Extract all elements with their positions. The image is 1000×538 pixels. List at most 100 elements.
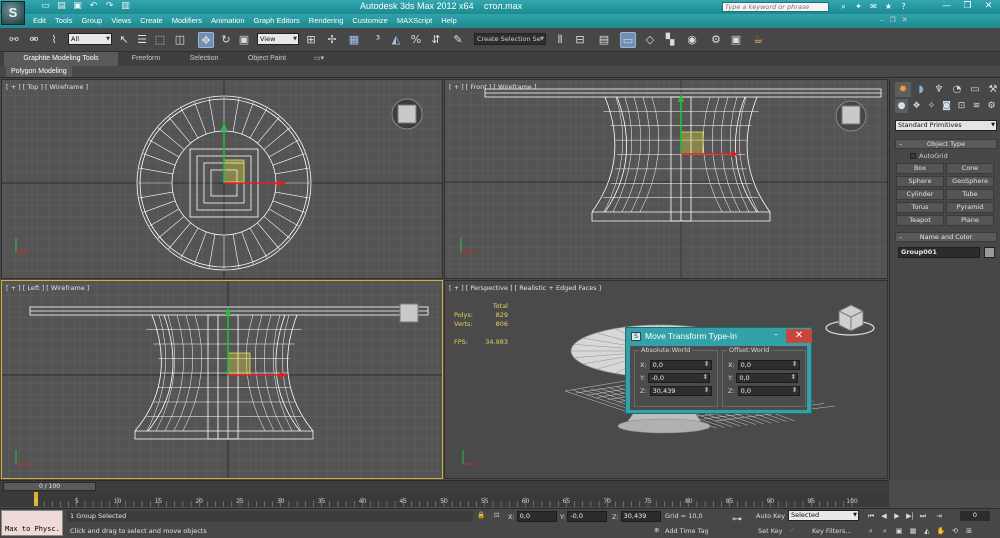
key-mode-toggle-icon[interactable]: ⇥ [934, 511, 944, 521]
ribbon-tab-graphite[interactable]: Graphite Modeling Tools [4, 52, 118, 66]
time-slider-thumb[interactable]: 0 / 100 [3, 482, 96, 491]
viewport-left[interactable]: [ + ] [ Left ] [ Wireframe ] [1, 280, 443, 479]
close-window-icon[interactable]: ✕ [978, 0, 999, 13]
help-icon[interactable]: ? [898, 1, 909, 12]
time-tag-icon[interactable]: ⊕ [654, 526, 659, 534]
restore-icon[interactable]: ❐ [957, 0, 978, 13]
viewport-top-label[interactable]: [ + ] [ Top ] [ Wireframe ] [6, 83, 88, 91]
auto-key-button[interactable]: Auto Key [756, 512, 785, 520]
redo-icon[interactable]: ↷ [104, 1, 115, 12]
dialog-title-bar[interactable]: S Move Transform Type-In – ✕ [626, 328, 812, 345]
add-time-tag-button[interactable]: Add Time Tag [665, 527, 709, 535]
project-folder-icon[interactable]: ▥ [120, 1, 131, 12]
align-icon[interactable]: ⊟ [572, 32, 588, 48]
hierarchy-tab-icon[interactable]: ♆ [931, 82, 947, 97]
lights-icon[interactable]: ✧ [925, 99, 938, 113]
reference-coordinate-dropdown[interactable]: View [257, 33, 299, 45]
coord-x-field[interactable]: 0,0 [516, 511, 557, 522]
utilities-tab-icon[interactable]: ⚒ [985, 82, 1000, 97]
snaps-toggle-icon[interactable]: ³ [370, 32, 386, 48]
abs-y-spinner[interactable]: -0,0 [648, 373, 711, 383]
display-tab-icon[interactable]: ▭ [967, 82, 983, 97]
menu-views[interactable]: Views [111, 16, 140, 25]
set-key-button[interactable]: Set Key [758, 527, 783, 535]
zoom-icon[interactable]: ⌕ [866, 526, 876, 536]
create-cylinder-button[interactable]: Cylinder [896, 189, 944, 200]
keyword-search-input[interactable]: Type a keyword or phrase [722, 2, 829, 12]
autogrid-checkbox[interactable] [910, 153, 916, 159]
viewport-left-label[interactable]: [ + ] [ Left ] [ Wireframe ] [6, 284, 89, 292]
app-logo-icon[interactable]: S [1, 1, 25, 25]
keyboard-shortcut-override-icon[interactable]: ▦ [346, 32, 362, 48]
object-type-rollout[interactable]: – Object Type [895, 139, 997, 149]
maximize-viewport-icon[interactable]: ⊞ [964, 526, 974, 536]
create-tab-icon[interactable]: ✹ [895, 82, 911, 97]
create-box-button[interactable]: Box [896, 163, 944, 174]
material-editor-icon[interactable]: ◉ [684, 32, 700, 48]
graphite-toggle-icon[interactable]: ▭ [620, 32, 636, 48]
create-sphere-button[interactable]: Sphere [896, 176, 944, 187]
curve-editor-icon[interactable]: ◇ [642, 32, 658, 48]
modify-tab-icon[interactable]: ◗ [913, 82, 929, 97]
select-and-scale-icon[interactable]: ▣ [236, 32, 252, 48]
use-pivot-center-icon[interactable]: ⊞ [303, 32, 319, 48]
menu-rendering[interactable]: Rendering [309, 16, 353, 25]
menu-help[interactable]: Help [441, 16, 465, 25]
schematic-view-icon[interactable]: ▚ [662, 32, 678, 48]
doc-minimize-icon[interactable]: – [880, 16, 884, 24]
create-tube-button[interactable]: Tube [946, 189, 994, 200]
select-and-move-icon[interactable]: ✥ [198, 32, 214, 48]
helpers-icon[interactable]: ⊡ [955, 99, 968, 113]
create-plane-button[interactable]: Plane [946, 215, 994, 226]
bind-space-warp-icon[interactable]: ⌇ [46, 32, 62, 48]
go-to-end-icon[interactable]: ⏭ [918, 511, 928, 521]
object-name-field[interactable]: Group001 [898, 247, 980, 258]
viewport-front-label[interactable]: [ + ] [ Front ] [ Wireframe ] [449, 83, 537, 91]
render-production-icon[interactable]: ☕ [750, 32, 766, 48]
abs-z-spinner[interactable]: 30,439 [649, 386, 712, 396]
select-and-rotate-icon[interactable]: ↻ [218, 32, 234, 48]
coord-z-field[interactable]: 30,439 [620, 511, 661, 522]
save-file-icon[interactable]: ▣ [72, 1, 83, 12]
select-and-link-icon[interactable]: ⚯ [6, 32, 22, 48]
field-of-view-icon[interactable]: ◭ [922, 526, 932, 536]
favorites-icon[interactable]: ★ [883, 1, 894, 12]
menu-customize[interactable]: Customize [352, 16, 396, 25]
menu-modifiers[interactable]: Modifiers [172, 16, 211, 25]
mirror-icon[interactable]: ⫴ [552, 32, 568, 48]
key-filter-icon[interactable]: ⟋ [790, 526, 795, 535]
ribbon-tab-freeform[interactable]: Freeform [118, 52, 174, 66]
key-mode-dropdown[interactable]: Selected [788, 510, 859, 521]
off-z-spinner[interactable]: 0,0 [737, 386, 800, 396]
motion-tab-icon[interactable]: ◔ [949, 82, 965, 97]
current-frame-field[interactable]: 0 [960, 511, 990, 521]
play-icon[interactable]: ▶ [892, 511, 902, 521]
render-setup-icon[interactable]: ⚙ [708, 32, 724, 48]
coord-y-field[interactable]: -0,0 [567, 511, 608, 522]
select-object-icon[interactable]: ↖ [116, 32, 132, 48]
menu-create[interactable]: Create [140, 16, 172, 25]
layer-manager-icon[interactable]: ▤ [596, 32, 612, 48]
communication-center-icon[interactable]: ✉ [868, 1, 879, 12]
doc-close-icon[interactable]: ✕ [902, 16, 908, 24]
create-cone-button[interactable]: Cone [946, 163, 994, 174]
cameras-icon[interactable]: ◙ [940, 99, 953, 113]
create-teapot-button[interactable]: Teapot [896, 215, 944, 226]
unlink-icon[interactable]: ⚮ [26, 32, 42, 48]
off-y-spinner[interactable]: 0,0 [736, 373, 799, 383]
primitive-category-dropdown[interactable]: Standard Primitives [895, 120, 997, 131]
menu-tools[interactable]: Tools [55, 16, 82, 25]
select-and-manipulate-icon[interactable]: ✢ [324, 32, 340, 48]
absolute-mode-icon[interactable]: ⊡ [494, 511, 499, 519]
ribbon-tab-selection[interactable]: Selection [174, 52, 234, 66]
select-by-name-icon[interactable]: ☰ [134, 32, 150, 48]
search-icon[interactable]: ⌕ [838, 1, 849, 12]
viewport-front[interactable]: [ + ] [ Front ] [ Wireframe ] [444, 79, 888, 279]
undo-icon[interactable]: ↶ [88, 1, 99, 12]
spinner-snap-icon[interactable]: ⇵ [428, 32, 444, 48]
go-to-start-icon[interactable]: ⏮ [866, 511, 876, 521]
object-color-swatch[interactable] [984, 247, 995, 258]
rectangular-selection-icon[interactable]: ⬚ [152, 32, 168, 48]
viewport-top[interactable]: [ + ] [ Top ] [ Wireframe ] [1, 79, 443, 279]
ribbon-tab-object-paint[interactable]: Object Paint [234, 52, 300, 66]
